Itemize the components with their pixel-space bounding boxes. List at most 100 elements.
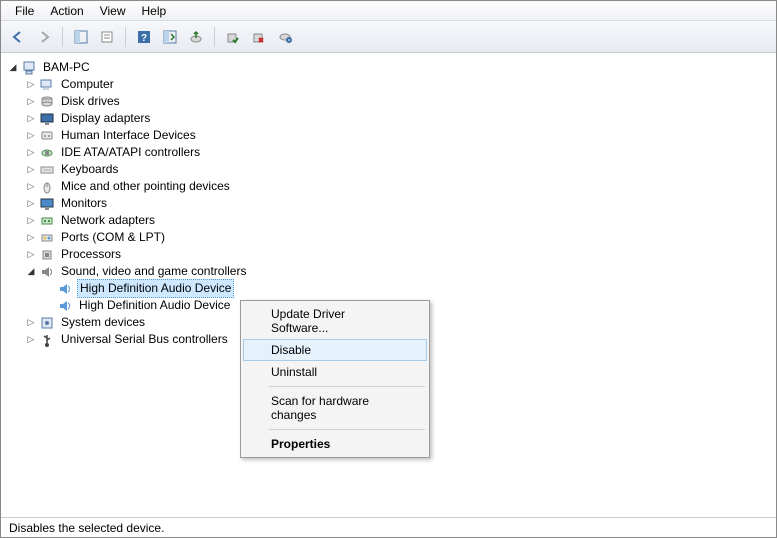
tree-category[interactable]: ▷Disk drives	[5, 93, 248, 110]
disable-button[interactable]	[248, 26, 270, 48]
ctx-separator	[269, 429, 425, 430]
ctx-disable[interactable]: Disable	[243, 339, 427, 361]
port-icon	[39, 230, 55, 246]
tree-category[interactable]: ▷ Keyboards	[5, 161, 248, 178]
expand-icon[interactable]: ▷	[25, 334, 37, 346]
tree-category[interactable]: ▷ IDE ATA/ATAPI controllers	[5, 144, 248, 161]
menu-action[interactable]: Action	[42, 2, 91, 20]
help-icon: ?	[137, 30, 151, 44]
tree-pane-icon	[74, 30, 88, 44]
expand-icon[interactable]: ▷	[25, 232, 37, 244]
expand-icon[interactable]: ▷	[25, 96, 37, 108]
show-hide-tree-button[interactable]	[70, 26, 92, 48]
tree-item-label: Sound, video and game controllers	[59, 263, 248, 280]
ctx-uninstall[interactable]: Uninstall	[243, 361, 427, 383]
tree-item-label: Display adapters	[59, 110, 152, 127]
enable-button[interactable]	[222, 26, 244, 48]
expand-icon[interactable]: ▷	[25, 79, 37, 91]
disk-icon	[39, 94, 55, 110]
menu-bar: File Action View Help	[1, 1, 776, 21]
expand-icon[interactable]: ▷	[25, 130, 37, 142]
menu-view[interactable]: View	[92, 2, 134, 20]
forward-icon	[37, 30, 51, 44]
tree-item-label: Processors	[59, 246, 123, 263]
tree-item-label: Ports (COM & LPT)	[59, 229, 167, 246]
menu-file[interactable]: File	[7, 2, 42, 20]
help-button[interactable]: ?	[133, 26, 155, 48]
expand-icon[interactable]: ▷	[25, 147, 37, 159]
tree-item-label: Universal Serial Bus controllers	[59, 331, 230, 348]
expand-icon[interactable]: ▷	[25, 198, 37, 210]
properties-icon	[100, 30, 114, 44]
enable-icon	[226, 30, 240, 44]
collapse-icon[interactable]: ◢	[25, 266, 37, 278]
tree-item-label: High Definition Audio Device	[77, 279, 234, 298]
toolbar-separator	[125, 27, 126, 47]
usb-icon	[39, 332, 55, 348]
toolbar-separator	[62, 27, 63, 47]
tree-category[interactable]: ▷ Network adapters	[5, 212, 248, 229]
tree-item-label: Computer	[59, 76, 116, 93]
ctx-separator	[269, 386, 425, 387]
tree-category[interactable]: ▷ Processors	[5, 246, 248, 263]
properties-button[interactable]	[96, 26, 118, 48]
ctx-properties[interactable]: Properties	[243, 433, 427, 455]
status-text: Disables the selected device.	[9, 521, 164, 535]
update-driver-button[interactable]	[185, 26, 207, 48]
expand-icon[interactable]: ▷	[25, 181, 37, 193]
tree-device[interactable]: High Definition Audio Device	[5, 297, 248, 314]
expand-icon[interactable]: ▷	[25, 215, 37, 227]
status-bar: Disables the selected device.	[1, 517, 776, 537]
tree-category[interactable]: ▷ Computer	[5, 76, 248, 93]
expand-icon[interactable]: ▷	[25, 249, 37, 261]
ctx-update-driver[interactable]: Update Driver Software...	[243, 303, 427, 339]
tree-category[interactable]: ▷ Ports (COM & LPT)	[5, 229, 248, 246]
ide-icon	[39, 145, 55, 161]
tree-item-label: System devices	[59, 314, 147, 331]
expand-icon[interactable]: ▷	[25, 164, 37, 176]
tree-item-label: Monitors	[59, 195, 109, 212]
mouse-icon	[39, 179, 55, 195]
uninstall-icon	[278, 30, 292, 44]
expand-icon[interactable]: ▷	[25, 317, 37, 329]
tree-item-label: IDE ATA/ATAPI controllers	[59, 144, 202, 161]
tree-category[interactable]: ▷ Monitors	[5, 195, 248, 212]
device-tree[interactable]: ◢BAM-PC▷Computer▷Disk drives▷Display ada…	[1, 53, 252, 517]
update-driver-icon	[189, 30, 203, 44]
tree-item-label: BAM-PC	[41, 59, 92, 76]
ctx-scan[interactable]: Scan for hardware changes	[243, 390, 427, 426]
collapse-icon[interactable]: ◢	[7, 62, 19, 74]
menu-help[interactable]: Help	[134, 2, 175, 20]
expand-icon[interactable]: ▷	[25, 113, 37, 125]
cpu-icon	[39, 247, 55, 263]
tree-item-label: Network adapters	[59, 212, 157, 229]
forward-button[interactable]	[33, 26, 55, 48]
tree-device[interactable]: High Definition Audio Device	[5, 280, 248, 297]
display-icon	[39, 111, 55, 127]
sound-icon	[39, 264, 55, 280]
tree-category[interactable]: ▷ Mice and other pointing devices	[5, 178, 248, 195]
tree-item-label: Keyboards	[59, 161, 120, 178]
refresh-button[interactable]	[159, 26, 181, 48]
toolbar-separator	[214, 27, 215, 47]
tree-root[interactable]: ◢ BAM-PC	[5, 59, 248, 76]
back-icon	[11, 30, 25, 44]
tree-item-label: High Definition Audio Device	[77, 297, 232, 314]
back-button[interactable]	[7, 26, 29, 48]
svg-text:?: ?	[141, 33, 147, 44]
toolbar: ?	[1, 21, 776, 53]
tree-item-label: Mice and other pointing devices	[59, 178, 232, 195]
pc-icon	[21, 60, 37, 76]
keyboard-icon	[39, 162, 55, 178]
system-icon	[39, 315, 55, 331]
computer-icon	[39, 77, 55, 93]
tree-category[interactable]: ▷Human Interface Devices	[5, 127, 248, 144]
tree-category[interactable]: ▷ Display adapters	[5, 110, 248, 127]
network-icon	[39, 213, 55, 229]
tree-category[interactable]: ▷ System devices	[5, 314, 248, 331]
sounddev-icon	[57, 281, 73, 297]
tree-category[interactable]: ▷ Universal Serial Bus controllers	[5, 331, 248, 348]
context-menu: Update Driver Software... Disable Uninst…	[240, 300, 430, 458]
tree-category[interactable]: ◢ Sound, video and game controllers	[5, 263, 248, 280]
uninstall-button[interactable]	[274, 26, 296, 48]
